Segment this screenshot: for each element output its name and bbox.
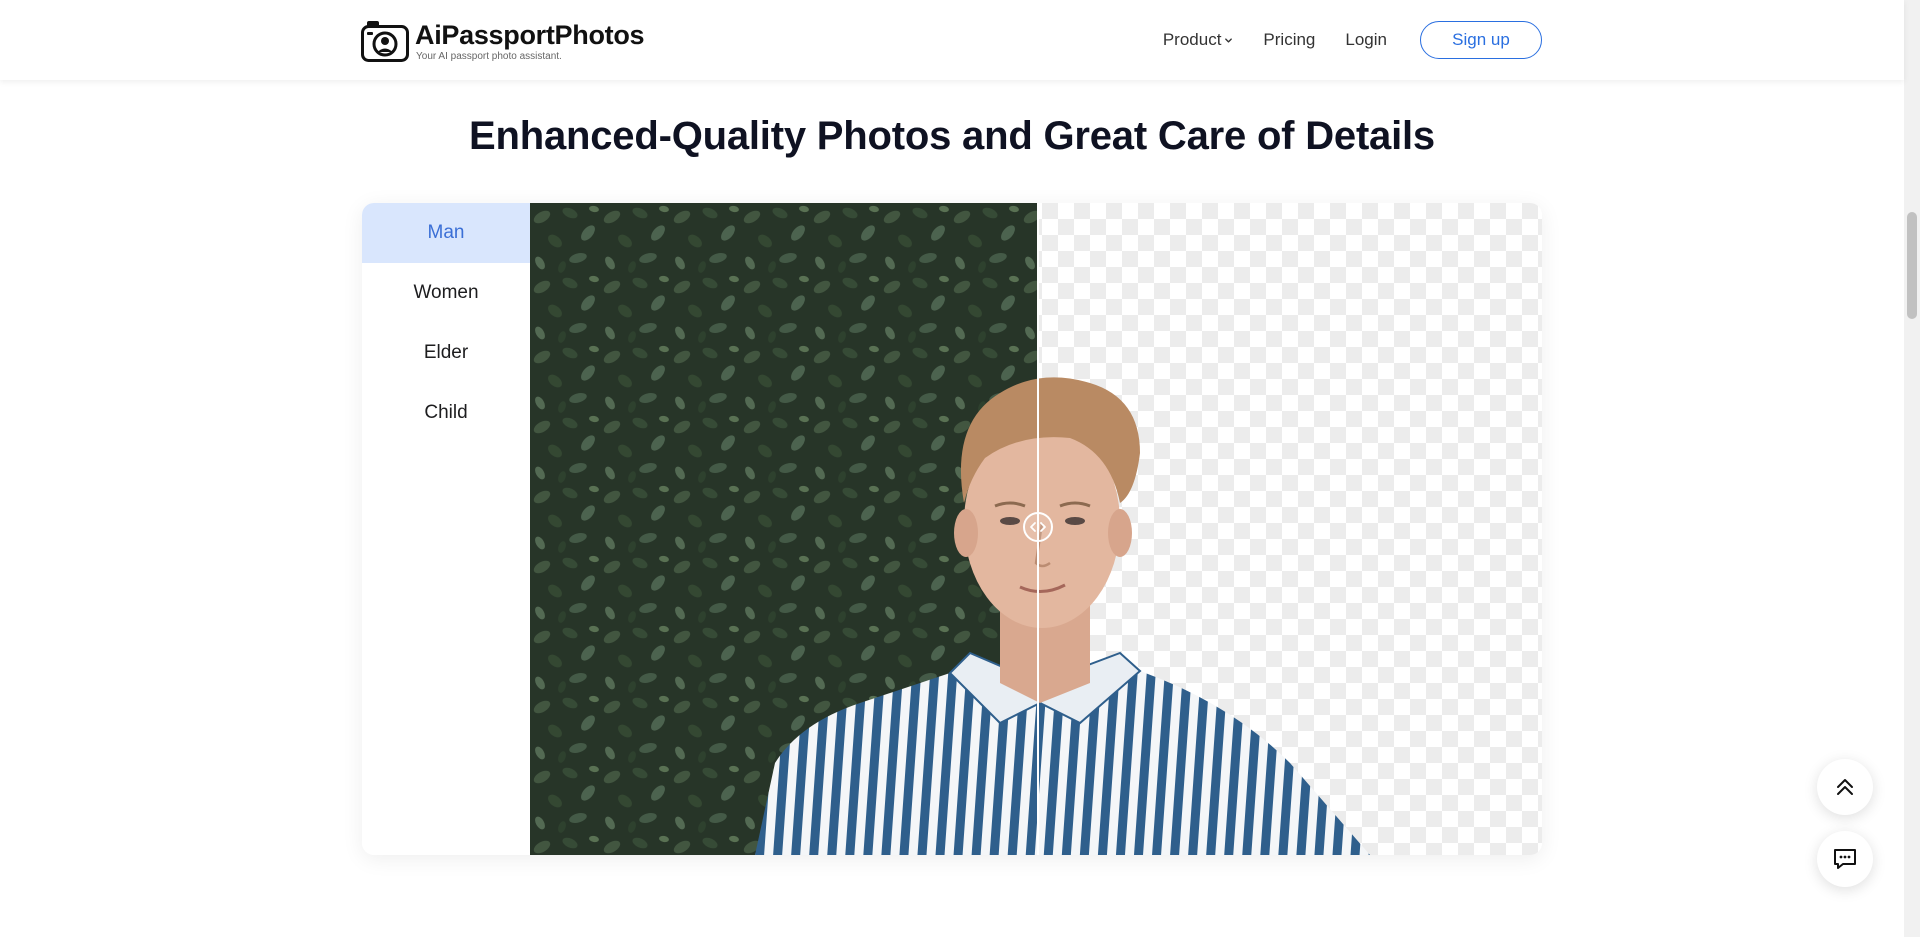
back-to-top-button[interactable] [1817, 759, 1873, 815]
nav-pricing-link[interactable]: Pricing [1263, 30, 1315, 50]
page-scrollbar[interactable] [1904, 0, 1920, 937]
page: AiPassportPhotos Your AI passport photo … [0, 0, 1920, 937]
brand-tagline: Your AI passport photo assistant. [416, 51, 562, 62]
comparison-slider-handle[interactable] [1023, 512, 1053, 542]
signup-button[interactable]: Sign up [1420, 21, 1542, 59]
drag-arrows-icon [1030, 522, 1046, 532]
chat-button[interactable] [1817, 831, 1873, 887]
message-icon [1834, 849, 1856, 869]
main-nav: Product Pricing Login Sign up [1163, 20, 1542, 60]
section-title: Enhanced-Quality Photos and Great Care o… [469, 114, 1435, 158]
brand-logo[interactable]: AiPassportPhotos Your AI passport photo … [361, 19, 645, 63]
scrollbar-thumb[interactable] [1907, 212, 1917, 319]
chevron-down-icon [1225, 38, 1233, 43]
nav-product-label: Product [1162, 30, 1222, 49]
nav-product-dropdown[interactable]: Product [1163, 30, 1234, 50]
photo-comparison-card: Man Women Elder Child [362, 203, 1542, 855]
brand-name: AiPassportPhotos [415, 20, 645, 50]
before-after-comparison [530, 203, 1542, 855]
site-header: AiPassportPhotos Your AI passport photo … [0, 0, 1904, 80]
category-tabs: Man Women Elder Child [362, 203, 530, 855]
double-chevron-up-icon [1837, 779, 1853, 795]
tab-elder[interactable]: Elder [362, 323, 530, 383]
camera-logo-icon [361, 21, 409, 62]
tab-child[interactable]: Child [362, 383, 530, 443]
tab-man[interactable]: Man [362, 203, 530, 263]
tab-women[interactable]: Women [362, 263, 530, 323]
nav-login-link[interactable]: Login [1345, 30, 1387, 50]
